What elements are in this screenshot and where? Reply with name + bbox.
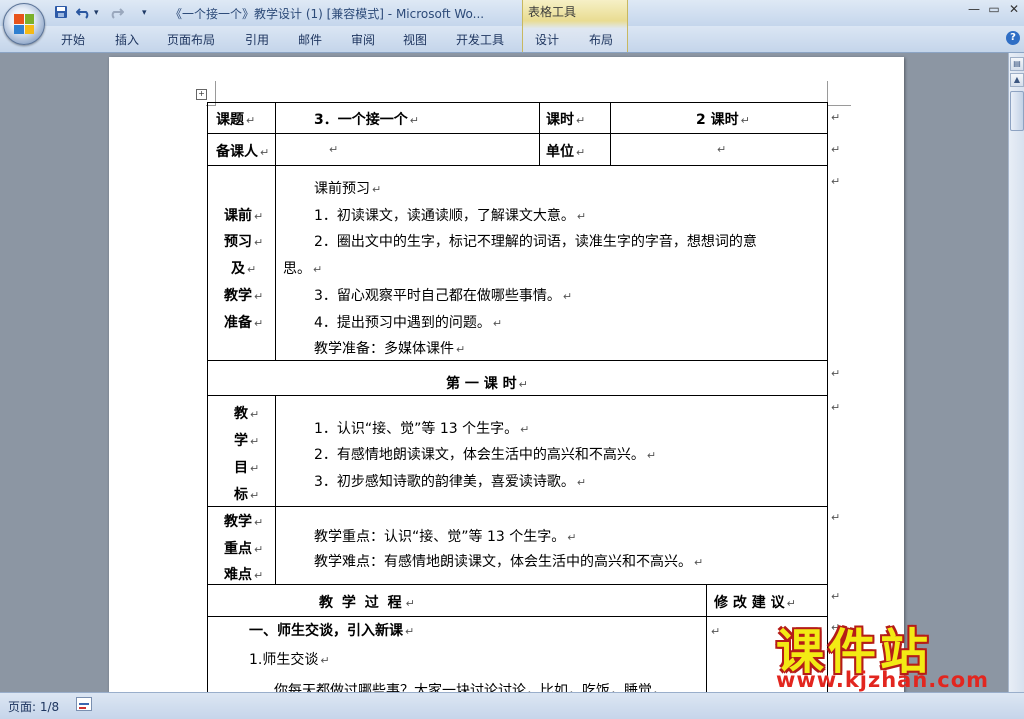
watermark-url: www.kjzhan.com bbox=[776, 668, 990, 692]
scroll-up-icon[interactable]: ▲ bbox=[1010, 73, 1024, 87]
goals-label: 学 ↵ bbox=[234, 433, 260, 449]
tab-references[interactable]: 引用 bbox=[245, 31, 269, 48]
prep-item: 1．初读课文，读通读顺，了解课文大意。 ↵ bbox=[314, 208, 587, 224]
tab-home[interactable]: 开始 bbox=[61, 31, 85, 48]
row-end-mark: ↵ bbox=[831, 367, 841, 380]
office-button[interactable] bbox=[3, 3, 45, 45]
undo-dropdown-icon[interactable]: ▾ bbox=[94, 5, 99, 21]
goals-label: 教 ↵ bbox=[234, 406, 260, 422]
tab-developer[interactable]: 开发工具 bbox=[456, 31, 504, 48]
goal-item: 2．有感情地朗读课文，体会生活中的高兴和不高兴。 ↵ bbox=[314, 447, 657, 463]
keypoints-label: 教学 ↵ bbox=[224, 514, 264, 530]
row-end-mark: ↵ bbox=[831, 590, 841, 603]
row-end-mark: ↵ bbox=[831, 175, 841, 188]
tab-layout[interactable]: 布局 bbox=[589, 31, 613, 48]
redo-icon[interactable] bbox=[108, 5, 125, 21]
label-preparer: 备课人 ↵ bbox=[216, 144, 270, 160]
document-workspace[interactable]: + 课题 ↵ 3．一个接一个 ↵ 课时 ↵ 2 课时 ↵ 备课人 ↵ ↵ 单位 ↵ ↵ 课前… bbox=[0, 53, 1008, 692]
label-hours: 课时 ↵ bbox=[546, 112, 586, 128]
label-topic: 课题 ↵ bbox=[216, 112, 256, 128]
page-count[interactable]: 页面: 1/8 bbox=[8, 698, 59, 715]
tab-design[interactable]: 设计 bbox=[535, 31, 559, 48]
tab-page-layout[interactable]: 页面布局 bbox=[167, 31, 215, 48]
tab-view[interactable]: 视图 bbox=[403, 31, 427, 48]
tab-insert[interactable]: 插入 bbox=[115, 31, 139, 48]
scrollbar-thumb[interactable] bbox=[1010, 91, 1024, 131]
difficult-point: 教学难点：有感情地朗读课文，体会生活中的高兴和不高兴。 ↵ bbox=[314, 554, 704, 570]
key-point: 教学重点：认识“接、觉”等 13 个生字。 ↵ bbox=[314, 529, 577, 545]
table-border bbox=[207, 395, 827, 396]
goals-label: 标 ↵ bbox=[234, 487, 260, 503]
ruler-toggle-icon[interactable]: ▤ bbox=[1010, 57, 1024, 71]
lesson-topic: 3．一个接一个 ↵ bbox=[314, 112, 419, 128]
table-border bbox=[207, 165, 827, 166]
tab-review[interactable]: 审阅 bbox=[351, 31, 375, 48]
label-unit: 单位 ↵ bbox=[546, 144, 586, 160]
minimize-icon[interactable]: — bbox=[964, 2, 984, 16]
prep-materials: 教学准备：多媒体课件 ↵ bbox=[314, 341, 466, 357]
process-paragraph: 你每天都做过哪些事？大家一块讨论讨论，比如，吃饭，睡觉， bbox=[274, 683, 666, 692]
table-border bbox=[275, 102, 276, 360]
lesson-hours: 2 课时 ↵ bbox=[696, 112, 750, 128]
keypoints-label: 重点 ↵ bbox=[224, 541, 264, 557]
prep-heading: 课前预习 ↵ bbox=[314, 181, 382, 197]
row-end-mark: ↵ bbox=[831, 143, 841, 156]
table-border bbox=[207, 360, 827, 361]
prep-label: 课前 ↵ bbox=[224, 208, 264, 224]
table-border bbox=[610, 102, 611, 165]
customize-icon[interactable]: ▾ bbox=[142, 5, 147, 21]
table-border bbox=[207, 133, 827, 134]
save-icon[interactable] bbox=[54, 5, 68, 21]
prep-item: 4．提出预习中遇到的问题。 ↵ bbox=[314, 315, 503, 331]
table-border bbox=[207, 616, 827, 617]
table-border bbox=[827, 102, 828, 692]
goals-label: 目 ↵ bbox=[234, 460, 260, 476]
help-icon[interactable]: ? bbox=[1006, 31, 1020, 45]
table-move-handle-icon[interactable]: + bbox=[196, 89, 207, 100]
process-item: 1.师生交谈 ↵ bbox=[249, 652, 330, 668]
table-border bbox=[275, 395, 276, 584]
undo-icon[interactable] bbox=[75, 5, 92, 21]
close-icon[interactable]: ✕ bbox=[1004, 2, 1024, 16]
restore-icon[interactable]: ▭ bbox=[984, 2, 1004, 16]
table-border bbox=[207, 102, 208, 692]
document-page[interactable]: + 课题 ↵ 3．一个接一个 ↵ 课时 ↵ 2 课时 ↵ 备课人 ↵ ↵ 单位 ↵ ↵ 课前… bbox=[109, 57, 904, 692]
table-border bbox=[539, 102, 540, 165]
prep-item: 思。 ↵ bbox=[283, 261, 323, 277]
process-section: 一、师生交谈，引入新课 ↵ bbox=[249, 623, 415, 639]
unit-value[interactable]: ↵ bbox=[715, 141, 726, 157]
preparer-value[interactable]: ↵ bbox=[327, 141, 338, 157]
row-end-mark: ↵ bbox=[831, 511, 841, 524]
context-tab-group-label: 表格工具 bbox=[528, 5, 577, 19]
goal-item: 1．认识“接、觉”等 13 个生字。 ↵ bbox=[314, 421, 530, 437]
suggest-header: 修 改 建 议 ↵ bbox=[714, 595, 796, 611]
status-bar: 页面: 1/8 bbox=[0, 692, 1024, 719]
process-header: 教 学 过 程 ↵ bbox=[319, 595, 417, 611]
row-end-mark: ↵ bbox=[831, 401, 841, 414]
tab-mailings[interactable]: 邮件 bbox=[298, 31, 322, 48]
watermark-logo: 课件站 www.kjzhan.com bbox=[770, 612, 1010, 692]
prep-label: 及 ↵ bbox=[231, 261, 257, 277]
prep-item: 2．圈出文中的生字，标记不理解的词语，读准生字的字音，想想词的意 bbox=[314, 234, 757, 250]
prep-item: 3．留心观察平时自己都在做哪些事情。 ↵ bbox=[314, 288, 573, 304]
keypoints-label: 难点 ↵ bbox=[224, 567, 264, 583]
vertical-scrollbar[interactable]: ▤ ▲ bbox=[1008, 53, 1024, 692]
prep-label: 预习 ↵ bbox=[224, 234, 264, 250]
office-logo-icon bbox=[14, 14, 34, 34]
window-title: 《一个接一个》教学设计 (1) [兼容模式] - Microsoft Wo... bbox=[170, 7, 485, 21]
suggest-cell-mark: ↵ bbox=[711, 625, 721, 638]
goal-item: 3．初步感知诗歌的韵律美，喜爱读诗歌。 ↵ bbox=[314, 474, 587, 490]
table-border bbox=[706, 584, 707, 692]
proofing-icon[interactable] bbox=[76, 697, 92, 711]
crop-mark bbox=[827, 105, 851, 106]
prep-label: 教学 ↵ bbox=[224, 288, 264, 304]
table-border bbox=[207, 584, 827, 585]
ribbon-tab-bar bbox=[0, 26, 1024, 53]
lesson-heading: 第 一 课 时 ↵ bbox=[446, 376, 528, 392]
prep-label: 准备 ↵ bbox=[224, 315, 264, 331]
row-end-mark: ↵ bbox=[831, 111, 841, 124]
table-border bbox=[207, 506, 827, 507]
title-bar bbox=[0, 0, 1024, 26]
table-border bbox=[207, 102, 827, 103]
